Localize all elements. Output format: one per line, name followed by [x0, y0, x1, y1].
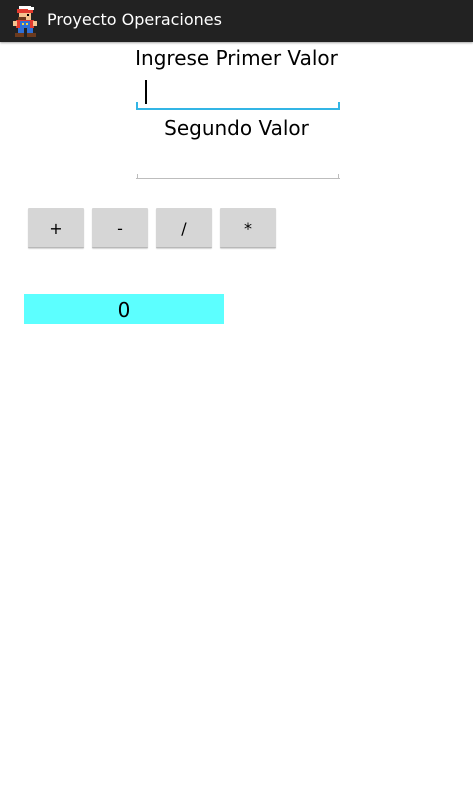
second-value-field[interactable]: [136, 146, 340, 179]
second-field-edge-left: [137, 174, 138, 179]
first-field-edge-right: [338, 102, 340, 108]
first-value-label: Ingrese Primer Valor: [135, 46, 338, 70]
first-value-field[interactable]: [136, 76, 340, 110]
app-title: Proyecto Operaciones: [47, 10, 222, 29]
action-bar: Proyecto Operaciones: [0, 0, 473, 42]
mario-icon[interactable]: [10, 4, 42, 38]
divide-button[interactable]: /: [156, 208, 212, 248]
first-field-edge-left: [136, 102, 138, 108]
second-field-edge-right: [338, 174, 339, 179]
subtract-button[interactable]: -: [92, 208, 148, 248]
add-button[interactable]: +: [28, 208, 84, 248]
result-display: 0: [24, 294, 224, 324]
multiply-button[interactable]: *: [220, 208, 276, 248]
second-value-label: Segundo Valor: [164, 116, 309, 140]
text-cursor: [145, 80, 147, 104]
